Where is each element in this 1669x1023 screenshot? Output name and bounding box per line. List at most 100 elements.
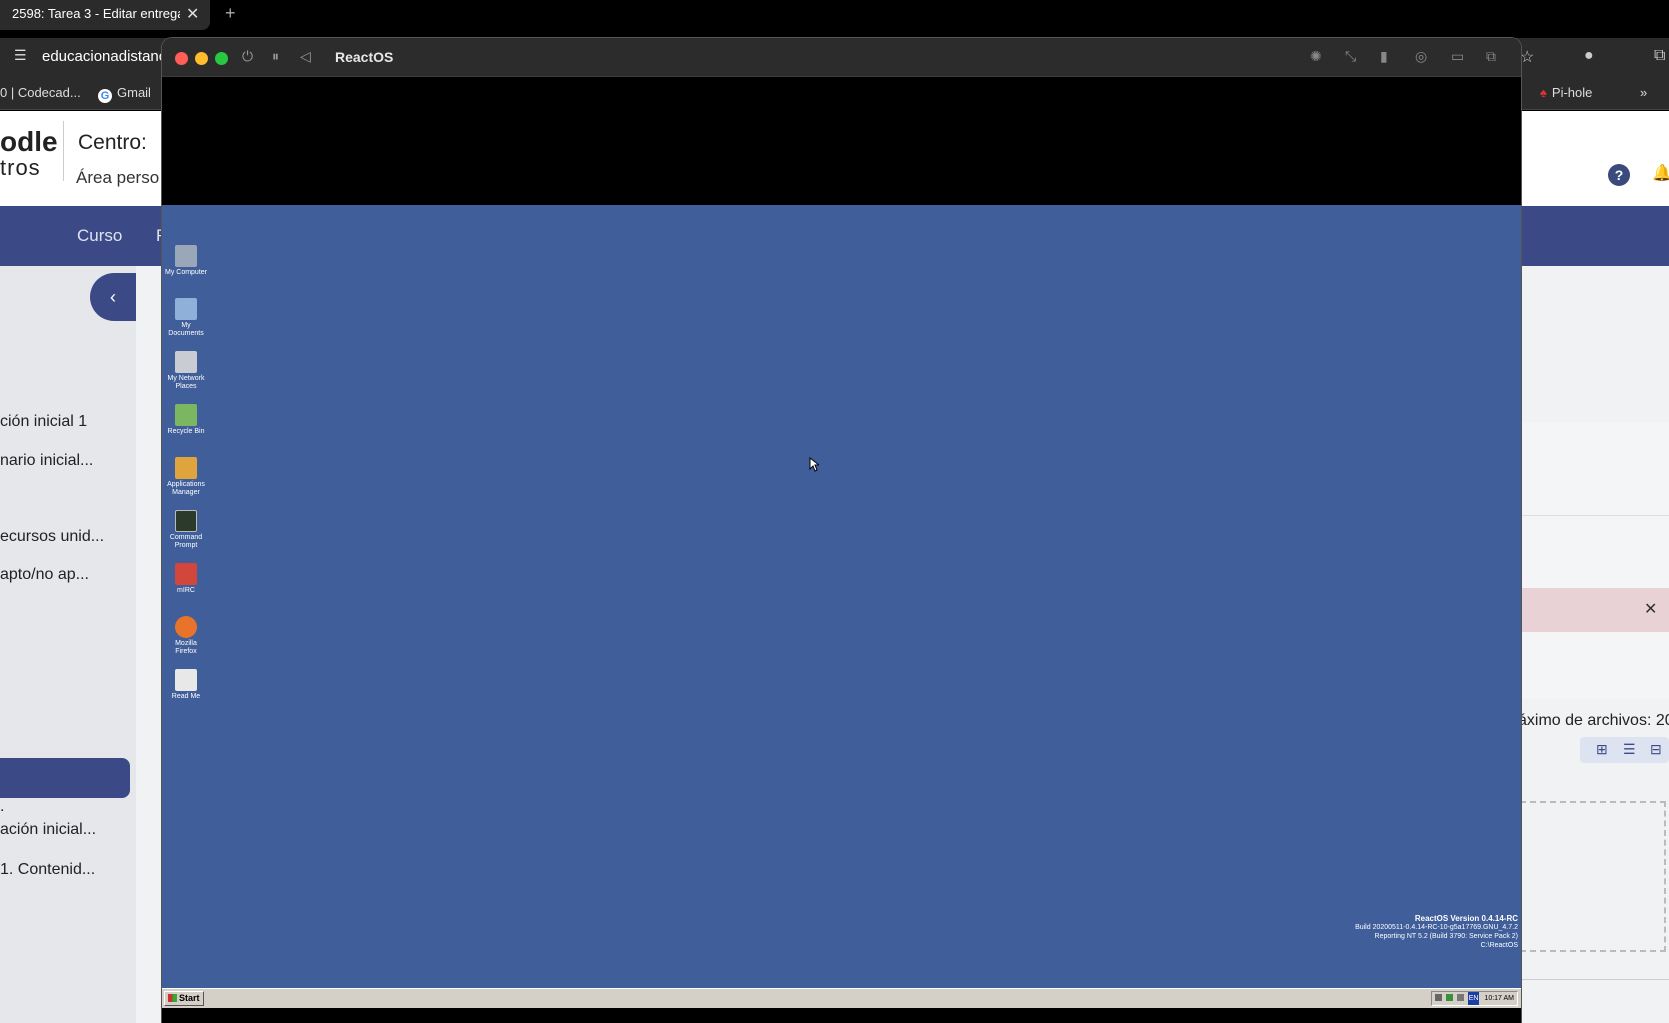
usb-icon[interactable]: ▮ [1380,48,1388,65]
browser-tab[interactable]: 2598: Tarea 3 - Editar entrega ✕ [0,0,210,30]
file-view-toggle: ⊞ ☰ ⊟ [1580,737,1669,763]
display-settings-icon[interactable]: ✺ [1310,48,1322,65]
course-index-sidebar: ‹ ción inicial 1 nario inicial... ecurso… [0,266,136,1023]
desktop-icon-label: My Network Places [167,375,205,390]
power-icon[interactable]: ⏻ [242,48,253,65]
reactos-taskbar: Start EN 10:17 AM [162,988,1521,1008]
bookmarks-overflow-button[interactable]: » [1640,85,1647,100]
network-icon [175,351,197,373]
desktop-icon-my-computer[interactable]: My Computer [164,245,208,277]
sidebar-item[interactable]: nario inicial... [0,452,93,470]
windows-icon[interactable]: ⧉ [1486,48,1496,65]
tab-close-icon[interactable]: ✕ [186,4,199,24]
bookmark-label: Pi-hole [1551,85,1593,100]
desktop-icon-label: My Documents [168,322,204,337]
computer-icon [175,245,197,267]
area-personal-link[interactable]: Área perso [76,168,159,188]
desktop-icon-label: Recycle Bin [167,428,205,435]
centro-title: Centro: [78,131,147,154]
content-divider [1518,515,1669,516]
recycle-bin-icon [175,404,197,426]
site-settings-icon[interactable]: ☰ [14,47,27,64]
mirc-icon [175,563,197,585]
desktop-icon-label: Read Me [171,693,201,700]
readme-icon [175,669,197,691]
pihole-icon: ♠ [1540,85,1547,100]
list-view-icon[interactable]: ☰ [1623,741,1636,758]
notifications-bell-icon[interactable]: 🔔 [1652,163,1669,183]
shared-folder-icon[interactable]: ▭ [1451,48,1464,65]
desktop-icon-command-prompt[interactable]: Command Prompt [164,510,208,550]
google-icon: G [98,89,112,103]
back-icon[interactable]: ◁ [300,48,311,65]
help-icon[interactable]: ? [1608,164,1630,186]
firefox-icon [175,616,197,638]
desktop-icon-applications-manager[interactable]: Applications Manager [164,457,208,497]
version-path: C:\ReactOS [1480,942,1518,949]
desktop-icon-recycle-bin[interactable]: Recycle Bin [164,404,208,436]
applications-manager-icon [175,457,197,479]
desktop-icon-my-network-places[interactable]: My Network Places [164,351,208,391]
volume-icon[interactable] [1434,994,1442,1001]
reactos-desktop[interactable]: My Computer My Documents My Network Plac… [162,205,1521,1008]
sidebar-item[interactable]: ación inicial... [0,821,96,839]
bookmark-codecademy[interactable]: 0 | Codecad... [0,85,81,100]
resize-icon[interactable]: ⤡ [1345,48,1356,65]
desktop-icon-my-documents[interactable]: My Documents [164,298,208,338]
bookmark-star-icon[interactable]: ☆ [1520,47,1534,67]
grid-view-icon[interactable]: ⊞ [1596,741,1608,758]
version-watermark: ReactOS Version 0.4.14-RC Build 20200511… [1355,914,1518,950]
language-indicator[interactable]: EN [1467,992,1480,1005]
desktop-icon-label: Mozilla Firefox [175,640,197,655]
desktop-icon-label: mIRC [177,587,195,594]
extension-icon[interactable]: ● [1584,47,1594,65]
desktop-icon-label: My Computer [164,269,207,276]
drive-icon[interactable]: ◎ [1415,48,1427,65]
desktop-icon-mozilla-firefox[interactable]: Mozilla Firefox [164,616,208,656]
desktop-icon-label: Command Prompt [169,534,203,549]
file-dropzone[interactable] [1520,801,1666,952]
mouse-pointer-icon [809,457,819,472]
start-label: Start [179,993,200,1003]
vm-titlebar[interactable]: ⏻ ⏸ ◁ ReactOS ✺ ⤡ ▮ ◎ ▭ ⧉ [162,38,1521,77]
desktop-icon-label: Applications Manager [167,481,205,496]
desktop-icon-read-me[interactable]: Read Me [164,669,208,701]
vm-title: ReactOS [335,49,394,65]
desktop-icon-mirc[interactable]: mIRC [164,563,208,595]
taskbar-clock[interactable]: 10:17 AM [1484,995,1514,1002]
documents-folder-icon [175,298,197,320]
version-build: Build 20200511-0.4.14-RC-10-g5a17769.GNU… [1355,924,1518,931]
bookmark-label: Gmail [117,85,151,100]
extensions-puzzle-icon[interactable]: ⧉ [1654,47,1665,65]
sidebar-item[interactable]: 1. Contenid... [0,861,95,879]
pause-icon[interactable]: ⏸ [272,48,279,65]
nav-tab-curso[interactable]: Curso [77,226,122,246]
safely-remove-icon[interactable] [1456,994,1464,1001]
alert-close-icon[interactable]: ✕ [1644,599,1657,619]
start-button[interactable]: Start [164,991,204,1006]
sidebar-item-active[interactable] [0,758,130,798]
logo-main-text: odle [0,126,58,157]
content-divider [1518,979,1669,980]
sidebar-item[interactable]: ecursos unid... [0,528,104,546]
browser-tab-bar: 2598: Tarea 3 - Editar entrega ✕ + [0,0,1669,38]
new-tab-button[interactable]: + [225,3,236,24]
tree-view-icon[interactable]: ⊟ [1650,741,1662,758]
close-window-button[interactable] [175,52,188,65]
logo-sub-text: tros [0,155,41,180]
network-tray-icon[interactable] [1445,994,1453,1001]
sidebar-item[interactable]: ción inicial 1 [0,413,87,431]
system-tray: EN 10:17 AM [1430,991,1518,1006]
maximize-window-button[interactable] [215,52,228,65]
version-reporting: Reporting NT 5.2 (Build 3790: Service Pa… [1374,933,1518,940]
tab-title: 2598: Tarea 3 - Editar entrega [12,6,180,21]
bookmark-pihole[interactable]: ♠ Pi-hole [1540,85,1592,100]
header-divider [63,121,64,181]
sidebar-dot: . [0,798,5,815]
minimize-window-button[interactable] [195,52,208,65]
moodle-logo[interactable]: odle tros [0,126,58,181]
bookmark-gmail[interactable]: G Gmail [98,85,151,103]
sidebar-item[interactable]: apto/no ap... [0,566,89,584]
version-title: ReactOS Version 0.4.14-RC [1414,914,1518,923]
collapse-sidebar-chevron-left-icon[interactable]: ‹ [90,273,136,321]
